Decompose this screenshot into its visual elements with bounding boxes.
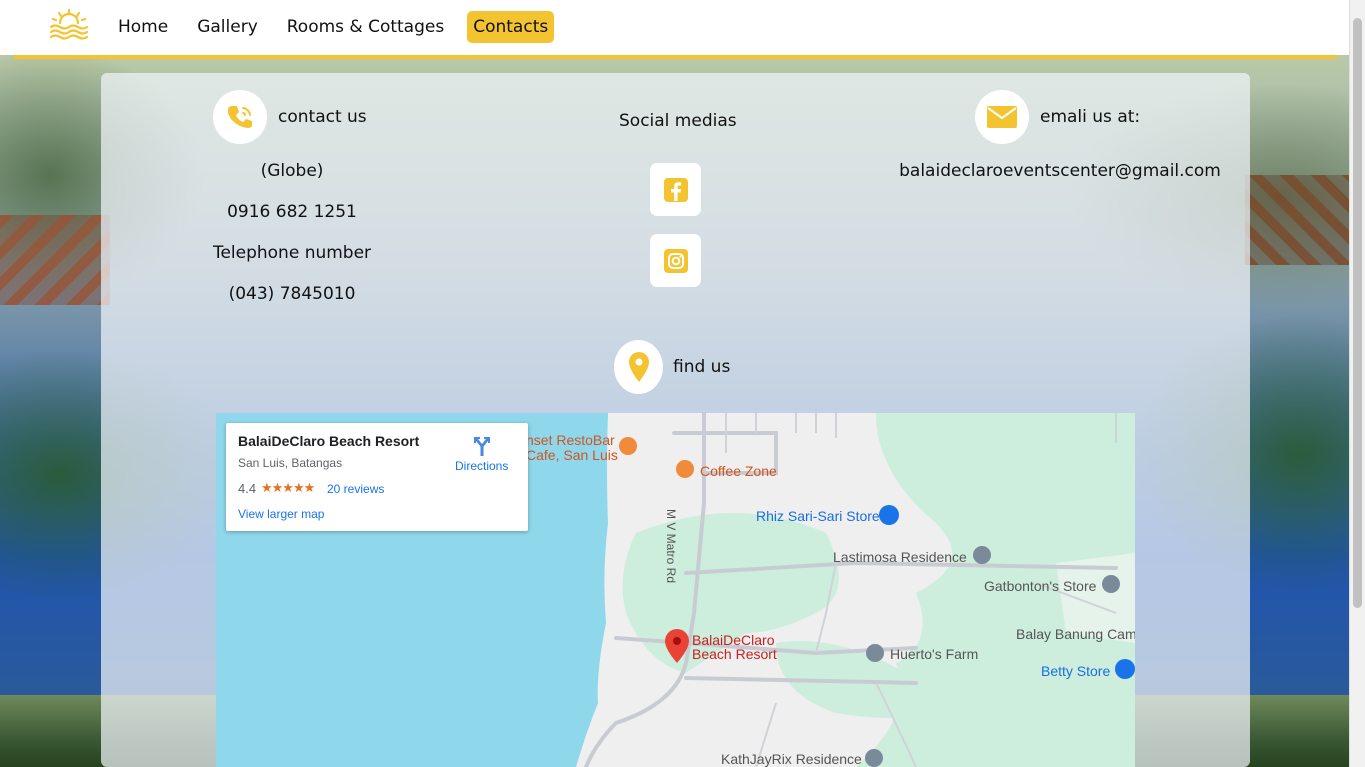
header-accent-bar (14, 55, 1337, 59)
view-larger-map-link[interactable]: View larger map (238, 507, 324, 521)
poi-lastimosa[interactable]: Lastimosa Residence (833, 549, 967, 565)
envelope-icon (987, 106, 1017, 128)
poi-betty-store[interactable]: Betty Store (1041, 663, 1110, 679)
contact-mobile[interactable]: 0916 682 1251 (212, 202, 372, 222)
contact-telephone-label: Telephone number (212, 243, 372, 263)
location-pin-icon (628, 352, 649, 382)
instagram-icon (663, 248, 688, 273)
page-scrollbar[interactable] (1349, 0, 1365, 767)
google-map-embed[interactable]: nset RestoBar Cafe, San Luis Coffee Zone … (216, 413, 1135, 767)
map-info-card: BalaiDeClaro Beach Resort San Luis, Bata… (226, 423, 528, 531)
contact-telephone[interactable]: (043) 7845010 (212, 284, 372, 304)
facebook-button[interactable] (650, 163, 701, 216)
site-header: Home Gallery Rooms & Cottages Contacts (0, 0, 1350, 55)
poi-resto[interactable]: nset RestoBar Cafe, San Luis (526, 433, 618, 463)
place-address: San Luis, Batangas (238, 456, 343, 470)
sun-waves-logo-icon[interactable] (49, 9, 89, 41)
poi-resort-marker[interactable]: BalaiDeClaro Beach Resort (692, 633, 777, 661)
directions-icon[interactable] (470, 435, 494, 457)
poi-huerto-farm[interactable]: Huerto's Farm (890, 646, 978, 662)
email-address[interactable]: balaideclaroeventscenter@gmail.com (895, 161, 1225, 181)
scrollbar-thumb[interactable] (1353, 18, 1362, 608)
nav-contacts[interactable]: Contacts (467, 11, 555, 43)
railing-right (1245, 175, 1365, 265)
place-name: BalaiDeClaro Beach Resort (238, 433, 420, 449)
nav-gallery[interactable]: Gallery (191, 11, 264, 43)
facebook-icon (663, 177, 688, 202)
phone-circle (213, 90, 267, 144)
phone-icon (227, 106, 252, 128)
email-circle (975, 90, 1029, 144)
poi-rhiz-store[interactable]: Rhiz Sari-Sari Store (756, 508, 880, 524)
email-heading: emali us at: (1040, 107, 1141, 127)
instagram-button[interactable] (650, 234, 701, 287)
find-heading: find us (673, 357, 731, 377)
nav-home[interactable]: Home (112, 11, 174, 43)
poi-coffee-zone[interactable]: Coffee Zone (700, 463, 777, 479)
reviews-link[interactable]: 20 reviews (327, 482, 384, 496)
main-nav: Home Gallery Rooms & Cottages Contacts (112, 11, 571, 43)
rating-stars-icon: ★★★★★ (261, 480, 315, 495)
poi-balay-banung[interactable]: Balay Banung Camp (1016, 626, 1135, 642)
nav-rooms-cottages[interactable]: Rooms & Cottages (281, 11, 450, 43)
social-heading: Social medias (619, 111, 737, 131)
poi-gatbonton[interactable]: Gatbonton's Store (984, 578, 1096, 594)
contact-heading: contact us (278, 107, 367, 127)
place-rating: 4.4 (238, 481, 257, 496)
location-circle (614, 340, 663, 394)
directions-link[interactable]: Directions (455, 459, 508, 473)
road-label: M V Matro Rd (664, 509, 678, 584)
railing-left (0, 215, 110, 305)
contact-network: (Globe) (260, 161, 324, 181)
poi-kathjayrix[interactable]: KathJayRix Residence (721, 751, 862, 767)
